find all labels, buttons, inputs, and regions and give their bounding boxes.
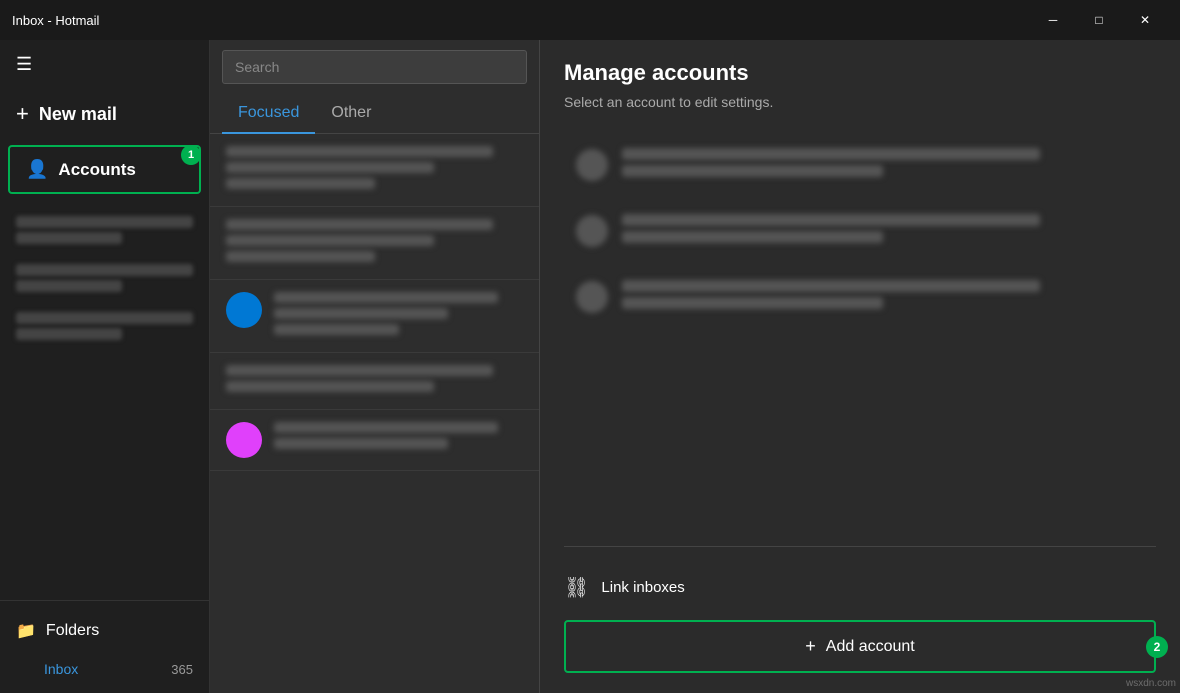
inbox-item[interactable]: Inbox 365 [0,653,209,685]
add-icon: + [805,636,816,657]
add-account-badge: 2 [1146,636,1168,658]
maximize-button[interactable]: □ [1076,0,1122,40]
new-mail-button[interactable]: + New mail [0,89,209,139]
list-item[interactable] [0,304,209,352]
sidebar: ☰ + New mail 👤 Accounts 1 [0,40,210,693]
avatar [226,422,262,458]
folders-label: Folders [46,622,99,640]
accounts-badge: 1 [181,145,201,165]
hamburger-button[interactable]: ☰ [12,50,36,79]
account-list [564,134,1156,546]
person-icon: 👤 [26,159,48,180]
sidebar-bottom: 📁 Folders Inbox 365 [0,600,209,693]
list-item[interactable] [0,256,209,304]
avatar [226,292,262,328]
accounts-button[interactable]: 👤 Accounts 1 [8,145,201,194]
watermark: wsxdn.com [1126,678,1176,689]
tab-other[interactable]: Other [315,94,387,134]
window-controls: ─ □ ✕ [1030,0,1168,40]
window-title: Inbox - Hotmail [12,13,99,28]
new-mail-label: New mail [39,104,117,125]
account-item[interactable] [564,200,1156,262]
table-row[interactable] [210,410,539,471]
email-items [210,134,539,693]
account-avatar [576,149,608,181]
account-item[interactable] [564,134,1156,196]
list-item[interactable] [0,208,209,256]
search-input[interactable] [222,50,527,84]
account-avatar [576,281,608,313]
folders-button[interactable]: 📁 Folders [0,609,209,653]
close-button[interactable]: ✕ [1122,0,1168,40]
table-row[interactable] [210,353,539,410]
search-bar [210,40,539,94]
inbox-label: Inbox [44,661,78,677]
link-icon: ⛓ [564,575,589,600]
main-layout: ☰ + New mail 👤 Accounts 1 [0,40,1180,693]
table-row[interactable] [210,207,539,280]
tab-bar: Focused Other [210,94,539,134]
email-list-panel: Focused Other [210,40,540,693]
add-account-button[interactable]: + Add account [564,620,1156,673]
account-avatar [576,215,608,247]
inbox-count: 365 [171,662,193,677]
add-account-label: Add account [826,638,915,656]
link-inboxes-button[interactable]: ⛓ Link inboxes [564,563,1156,612]
manage-subtitle: Select an account to edit settings. [564,94,1156,110]
link-inboxes-label: Link inboxes [601,579,684,596]
tab-focused[interactable]: Focused [222,94,315,134]
table-row[interactable] [210,134,539,207]
account-item[interactable] [564,266,1156,328]
manage-panel: Manage accounts Select an account to edi… [540,40,1180,693]
email-list-sidebar [0,200,209,600]
plus-icon: + [16,101,29,127]
sidebar-top: ☰ [0,40,209,89]
titlebar: Inbox - Hotmail ─ □ ✕ [0,0,1180,40]
manage-title: Manage accounts [564,60,1156,86]
folder-icon: 📁 [16,621,36,641]
accounts-label: Accounts [58,160,135,180]
table-row[interactable] [210,280,539,353]
panel-bottom: ⛓ Link inboxes + Add account 2 [564,546,1156,673]
minimize-button[interactable]: ─ [1030,0,1076,40]
